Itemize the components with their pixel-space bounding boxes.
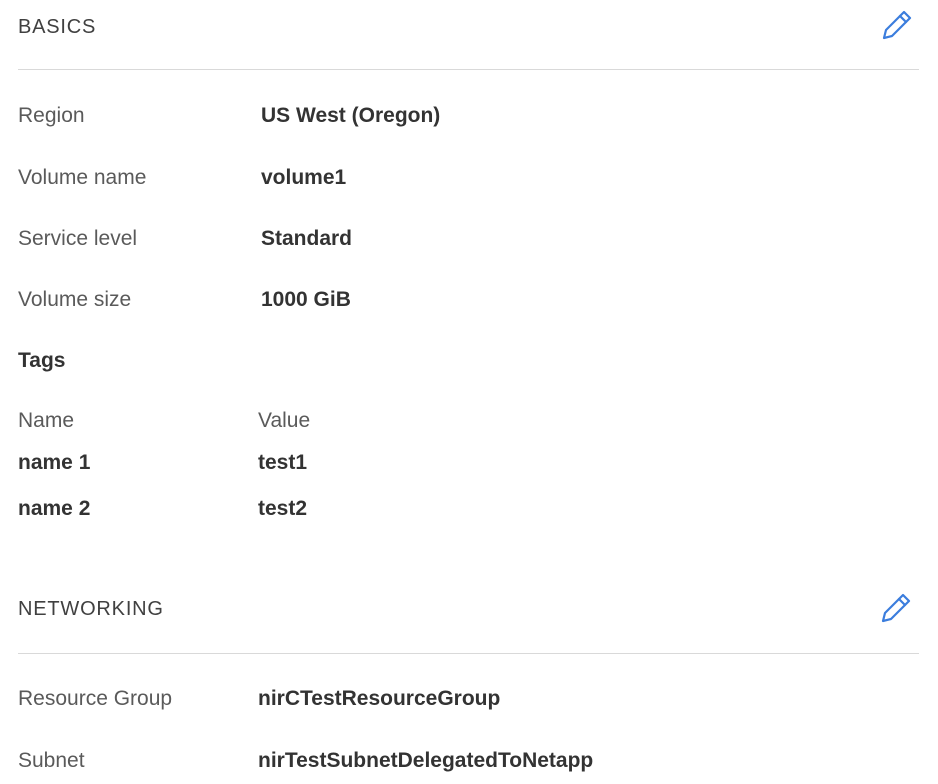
basics-section-title: BASICS: [18, 16, 97, 38]
volume-size-value: 1000 GiB: [261, 288, 351, 311]
service-level-label: Service level: [18, 227, 138, 250]
resource-group-value: nirCTestResourceGroup: [258, 687, 501, 710]
tag-value: test2: [258, 497, 308, 520]
region-label: Region: [18, 104, 85, 127]
tag-value: test1: [258, 451, 308, 474]
service-level-value: Standard: [261, 227, 353, 250]
basics-edit-button[interactable]: [877, 7, 917, 47]
basics-divider: [18, 69, 919, 70]
pencil-icon: [879, 7, 915, 48]
networking-section-title: NETWORKING: [18, 598, 164, 620]
subnet-value: nirTestSubnetDelegatedToNetapp: [258, 749, 594, 772]
volume-name-label: Volume name: [18, 166, 147, 189]
resource-group-label: Resource Group: [18, 687, 173, 710]
tag-name: name 2: [18, 497, 91, 520]
networking-divider: [18, 653, 919, 654]
networking-edit-button[interactable]: [876, 590, 916, 630]
subnet-label: Subnet: [18, 749, 85, 772]
tags-value-header: Value: [258, 409, 311, 432]
tags-name-header: Name: [18, 409, 75, 432]
region-value: US West (Oregon): [261, 104, 441, 127]
tags-heading: Tags: [18, 349, 66, 372]
pencil-icon: [878, 590, 914, 631]
volume-name-value: volume1: [261, 166, 347, 189]
tag-name: name 1: [18, 451, 91, 474]
volume-size-label: Volume size: [18, 288, 132, 311]
